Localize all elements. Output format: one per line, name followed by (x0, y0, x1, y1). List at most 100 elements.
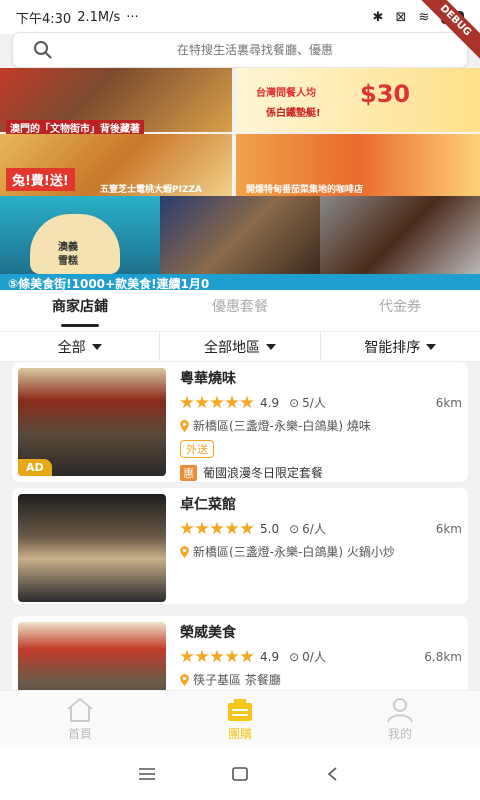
delivery-tag: 外送 (180, 440, 214, 458)
store-distance: 6km (435, 395, 462, 410)
search-bar[interactable] (12, 32, 468, 68)
group-buy-icon (228, 699, 252, 721)
more-icon: ··· (126, 9, 139, 25)
banner-caption-4: 係白鐵墊艇! (266, 108, 321, 119)
nav-profile[interactable]: 我的 (320, 691, 480, 748)
location-pin-icon (180, 673, 189, 686)
category-tabs: 商家店鋪 優惠套餐 代金券 (0, 290, 480, 332)
store-card[interactable]: 榮威美食 4.9 ⊙ 0/人 6.8km 筷子基區 茶餐廳 (12, 616, 468, 690)
nav-home-label: 首頁 (67, 727, 92, 741)
store-card[interactable]: 卓仁菜館 5.0 ⊙ 6/人 6km 新橋區(三盞燈-永樂-白鴿巢) 火鍋小炒 (12, 488, 468, 604)
store-name: 榮威美食 (180, 625, 236, 641)
caret-down-icon (265, 343, 276, 350)
store-name: 粵華燒味 (180, 371, 236, 387)
star-icon (210, 395, 224, 409)
promo-badge: 惠 (180, 464, 197, 481)
nav-group-buy[interactable]: 團購 (160, 691, 320, 748)
star-icon (195, 649, 209, 663)
tab-stores[interactable]: 商家店鋪 (0, 290, 160, 331)
store-distance: 6km (435, 521, 462, 536)
filter-bar: 全部 全部地區 智能排序 (0, 332, 480, 362)
star-icon (195, 521, 209, 535)
banner-caption-3: $30 (360, 80, 411, 108)
banner-caption-9: 雪糕 (58, 256, 78, 267)
rating-value: 4.9 (260, 649, 280, 664)
star-icon (195, 395, 209, 409)
star-icon (180, 521, 194, 535)
star-rating (180, 395, 254, 410)
menu-icon[interactable] (138, 767, 156, 781)
wifi-icon: ≋ (418, 9, 430, 25)
system-nav-bar (0, 748, 480, 800)
nav-home[interactable]: 首頁 (0, 691, 160, 748)
caret-down-icon (91, 343, 102, 350)
tab-deals[interactable]: 優惠套餐 (160, 290, 320, 331)
star-icon (240, 395, 254, 409)
filter-sort-label: 智能排序 (364, 339, 421, 356)
filter-region[interactable]: 全部地區 (160, 332, 321, 361)
star-rating (180, 521, 254, 536)
star-icon (225, 521, 239, 535)
nav-group-buy-label: 團購 (227, 727, 252, 741)
price-per-person: ⊙ 0/人 (289, 648, 326, 665)
filter-category-label: 全部 (57, 339, 86, 356)
promo-row[interactable]: 惠 葡國浪漫冬日限定套餐 (180, 464, 462, 481)
location-pin-icon (180, 545, 189, 558)
star-icon (240, 649, 254, 663)
coin-icon: ⊙ (289, 395, 300, 410)
price-value: 5/人 (302, 396, 326, 410)
store-address: 筷子基區 茶餐廳 (193, 673, 281, 687)
star-icon (240, 521, 254, 535)
search-input[interactable] (63, 43, 447, 57)
coin-icon: ⊙ (289, 649, 300, 664)
promo-banner[interactable]: 澳門的「文物街市」背後藏著 台灣問餐人均 $30 係白鐵墊艇! 兔!費!送! 五… (0, 68, 480, 290)
price-value: 6/人 (302, 522, 326, 536)
star-rating (180, 649, 254, 664)
star-icon (210, 521, 224, 535)
home-square-icon[interactable] (231, 766, 249, 782)
ad-badge: AD (18, 459, 52, 476)
filter-region-label: 全部地區 (203, 339, 260, 356)
status-time: 下午4:30 (16, 11, 72, 27)
star-icon (210, 649, 224, 663)
store-photo: AD (18, 368, 166, 476)
caret-down-icon (426, 343, 437, 350)
store-address: 新橋區(三盞燈-永樂-白鴿巢) 燒味 (193, 419, 371, 433)
star-icon (180, 649, 194, 663)
back-icon[interactable] (324, 766, 342, 782)
store-list: AD 粵華燒味 4.9 ⊙ 5/人 6km 新橋區(三盞燈-永樂-白鴿巢) 燒味 … (0, 362, 480, 690)
promo-text: 葡國浪漫冬日限定套餐 (203, 466, 324, 480)
rating-value: 5.0 (260, 521, 280, 536)
tab-vouchers[interactable]: 代金券 (320, 290, 480, 331)
price-per-person: ⊙ 5/人 (289, 394, 326, 411)
store-photo (18, 622, 166, 690)
banner-caption-5: 兔!費!送! (6, 168, 75, 191)
store-card[interactable]: AD 粵華燒味 4.9 ⊙ 5/人 6km 新橋區(三盞燈-永樂-白鴿巢) 燒味 … (12, 362, 468, 482)
nav-profile-label: 我的 (387, 727, 412, 741)
store-photo (18, 494, 166, 602)
rating-value: 4.9 (260, 395, 280, 410)
status-bar: 下午4:30 2.1M/s ··· ✱ ⊠ ≋ 50 (0, 0, 480, 34)
bluetooth-icon: ✱ (372, 9, 384, 25)
banner-caption-2: 台灣問餐人均 (256, 88, 316, 99)
banner-caption-8: 澳義 (58, 242, 78, 253)
filter-category[interactable]: 全部 (0, 332, 161, 361)
location-pin-icon (180, 419, 189, 432)
price-value: 0/人 (302, 650, 326, 664)
price-per-person: ⊙ 6/人 (289, 520, 326, 537)
banner-caption-10: ⑤條美食街!1000+款美食!連續1月0 (8, 277, 210, 290)
bottom-nav: 首頁 團購 我的 (0, 690, 480, 748)
search-icon (34, 41, 52, 59)
filter-sort[interactable]: 智能排序 (321, 332, 480, 361)
coin-icon: ⊙ (289, 521, 300, 536)
status-speed: 2.1M/s (77, 9, 121, 25)
star-icon (180, 395, 194, 409)
store-distance: 6.8km (424, 649, 462, 664)
star-icon (225, 649, 239, 663)
sim-icon: ⊠ (395, 9, 407, 25)
store-name: 卓仁菜館 (180, 497, 236, 513)
banner-caption-6: 五壹芝士電桃大蝦PIZZA (100, 185, 202, 195)
star-icon (225, 395, 239, 409)
home-icon (67, 697, 93, 722)
banner-caption-7: 開爆特甸番茄菜集地的咖啡店 (246, 185, 364, 195)
